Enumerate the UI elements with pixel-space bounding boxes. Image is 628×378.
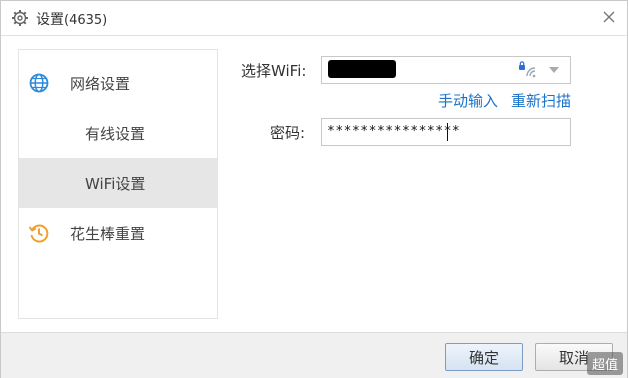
wifi-select[interactable] [321, 56, 571, 84]
password-value: **************** [327, 124, 461, 139]
sidebar-item-label: 网络设置 [70, 75, 131, 93]
dialog-content: 网络设置 有线设置 WiFi设置 花生棒重置 选择WiFi: 手动输入 重新扫描… [1, 36, 627, 332]
secured-wifi-icon [518, 61, 538, 79]
settings-dialog: 设置(4635) 网络设置 有线设置 WiFi设置 花生棒重置 选择WiFi: … [0, 0, 628, 378]
text-caret [447, 123, 448, 141]
history-icon [28, 222, 50, 244]
window-title: 设置(4635) [36, 9, 107, 29]
sidebar-item-label: 花生棒重置 [70, 225, 146, 243]
close-button[interactable] [599, 7, 619, 27]
gear-icon [11, 9, 29, 27]
sidebar-item-label: 有线设置 [85, 125, 146, 143]
close-icon [603, 11, 615, 23]
title-bar: 设置(4635) [1, 1, 627, 36]
sidebar-item-wired[interactable]: 有线设置 [19, 108, 217, 158]
manual-input-link[interactable]: 手动输入 [438, 90, 498, 111]
sidebar-item-reset[interactable]: 花生棒重置 [19, 208, 217, 258]
password-label: 密码: [270, 124, 306, 142]
sidebar-item-wifi[interactable]: WiFi设置 [19, 158, 217, 208]
wifi-select-label: 选择WiFi: [241, 62, 307, 80]
watermark: 超值 [586, 352, 623, 375]
password-input[interactable]: **************** [321, 118, 571, 146]
window-title-text: 设置 [36, 12, 64, 28]
sidebar-item-label: WiFi设置 [85, 175, 146, 193]
globe-icon [28, 72, 50, 94]
chevron-down-icon [549, 67, 559, 73]
settings-sidebar: 网络设置 有线设置 WiFi设置 花生棒重置 [18, 49, 218, 319]
ok-button[interactable]: 确定 [445, 343, 523, 371]
dialog-footer: 确定 取消 [1, 332, 627, 378]
wifi-select-value [328, 60, 396, 78]
rescan-link[interactable]: 重新扫描 [511, 90, 571, 111]
window-title-count: (4635) [64, 13, 108, 28]
sidebar-item-network[interactable]: 网络设置 [19, 58, 217, 108]
